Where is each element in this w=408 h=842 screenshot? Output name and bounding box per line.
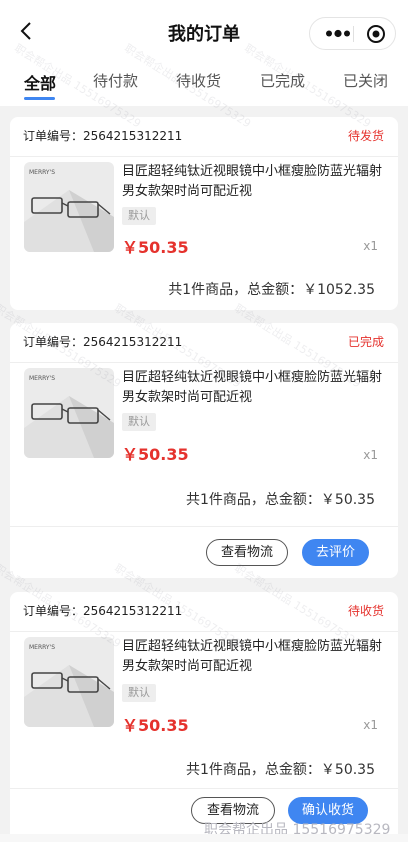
order-card[interactable]: 订单编号：2564215312211 待收货 MERRY'S 目匠超轻纯钛近视眼… (10, 592, 398, 842)
write-review-button[interactable]: 去评价 (302, 539, 369, 566)
tab-pending-receipt[interactable]: 待收货 (176, 70, 221, 91)
order-total: 共1件商品，总金额：￥50.35 (186, 762, 375, 778)
product-price: ￥50.35 (122, 445, 189, 464)
product-name[interactable]: 目匠超轻纯钛近视眼镜中小框瘦脸防蓝光辐射男女款架时尚可配近视 (122, 162, 384, 202)
product-quantity: x1 (363, 239, 378, 253)
spec-tag: 默认 (122, 413, 156, 431)
spec-tag: 默认 (122, 684, 156, 702)
tab-closed[interactable]: 已关闭 (343, 70, 388, 91)
product-image[interactable]: MERRY'S (24, 368, 114, 458)
glasses-image: MERRY'S (24, 169, 114, 252)
product-image[interactable]: MERRY'S (24, 637, 114, 727)
order-card[interactable]: 订单编号：2564215312211 已完成 MERRY'S 目匠超轻纯钛近视眼… (10, 323, 398, 578)
divider (10, 526, 398, 527)
more-dots-icon[interactable] (323, 18, 353, 49)
order-number: 订单编号：2564215312211 (23, 604, 183, 618)
product-name[interactable]: 目匠超轻纯钛近视眼镜中小框瘦脸防蓝光辐射男女款架时尚可配近视 (122, 637, 384, 677)
view-logistics-button[interactable]: 查看物流 (206, 539, 288, 566)
divider (10, 631, 398, 632)
order-total: 共1件商品，总金额：￥50.35 (186, 492, 375, 508)
nav-bar: 我的订单 (0, 0, 408, 62)
order-number: 订单编号：2564215312211 (23, 335, 183, 349)
product-name[interactable]: 目匠超轻纯钛近视眼镜中小框瘦脸防蓝光辐射男女款架时尚可配近视 (122, 368, 384, 408)
product-price: ￥50.35 (122, 716, 189, 735)
mini-program-capsule (309, 17, 396, 50)
order-status: 待收货 (347, 604, 384, 618)
tab-all[interactable]: 全部 (24, 70, 56, 94)
order-header: 订单编号：2564215312211 待发货 (23, 127, 384, 145)
product-quantity: x1 (363, 448, 378, 462)
product-price: ￥50.35 (122, 238, 189, 257)
product-image[interactable]: MERRY'S (24, 162, 114, 252)
brand-logo: MERRY'S (29, 375, 55, 382)
capsule-divider (353, 26, 354, 42)
brand-logo: MERRY'S (29, 644, 55, 651)
target-circle-icon[interactable] (366, 24, 386, 44)
divider (10, 362, 398, 363)
order-card[interactable]: 订单编号：2564215312211 待发货 MERRY'S 目匠超轻纯钛近视眼… (10, 117, 398, 310)
order-status: 已完成 (347, 335, 384, 349)
glasses-image: MERRY'S (24, 375, 114, 458)
spec-tag: 默认 (122, 207, 156, 225)
order-total: 共1件商品，总金额：￥1052.35 (168, 282, 375, 298)
tab-completed[interactable]: 已完成 (260, 70, 305, 91)
tab-pending-payment[interactable]: 待付款 (93, 70, 138, 91)
order-number: 订单编号：2564215312211 (23, 129, 183, 143)
brand-logo: MERRY'S (29, 169, 55, 176)
divider (10, 156, 398, 157)
product-quantity: x1 (363, 718, 378, 732)
active-tab-indicator (24, 97, 55, 100)
order-status: 待发货 (347, 129, 384, 143)
bottom-bar (0, 834, 408, 842)
order-header: 订单编号：2564215312211 已完成 (23, 333, 384, 351)
divider (10, 788, 398, 789)
order-tabs: 全部 待付款 待收货 已完成 已关闭 (0, 62, 408, 106)
order-header: 订单编号：2564215312211 待收货 (23, 602, 384, 620)
glasses-image: MERRY'S (24, 644, 114, 727)
